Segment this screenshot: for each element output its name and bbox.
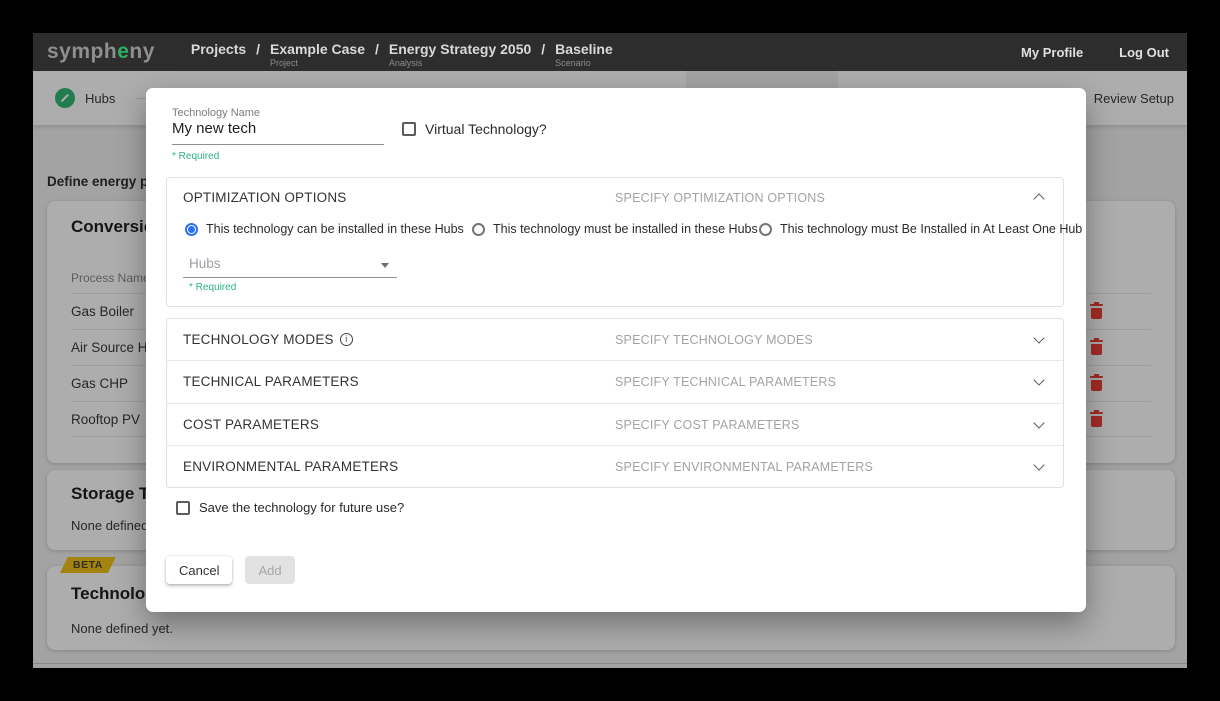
modal-button-row: Cancel Add bbox=[166, 556, 295, 584]
radio-label: This technology must be installed in the… bbox=[493, 222, 758, 236]
optimization-options-header[interactable]: OPTIMIZATION OPTIONS SPECIFY OPTIMIZATIO… bbox=[167, 178, 1063, 216]
save-technology-checkbox-row[interactable]: Save the technology for future use? bbox=[176, 500, 404, 515]
radio-must-be-installed-at-least-one-hub[interactable]: This technology must Be Installed in At … bbox=[759, 222, 1082, 236]
chevron-down-icon bbox=[1033, 332, 1044, 343]
save-technology-checkbox[interactable] bbox=[176, 501, 190, 515]
chevron-down-icon bbox=[1033, 417, 1044, 428]
technology-name-label: Technology Name bbox=[172, 107, 260, 119]
breadcrumb-sublabel: Analysis bbox=[389, 58, 531, 68]
chevron-up-icon bbox=[1033, 193, 1044, 204]
chevron-down-icon bbox=[1033, 375, 1044, 386]
breadcrumb-item-analysis[interactable]: Energy Strategy 2050 Analysis bbox=[389, 41, 531, 68]
sympheny-logo[interactable]: sympheny bbox=[47, 40, 155, 64]
breadcrumb-sublabel: Project bbox=[270, 58, 365, 68]
section-title: OPTIMIZATION OPTIONS bbox=[183, 190, 347, 205]
top-navbar: sympheny Projects / Example Case Project… bbox=[33, 33, 1187, 71]
radio-label: This technology can be installed in thes… bbox=[206, 222, 464, 236]
radio-label: This technology must Be Installed in At … bbox=[780, 222, 1082, 236]
radio-button[interactable] bbox=[759, 223, 772, 236]
section-technology-modes[interactable]: TECHNOLOGY MODES SPECIFY TECHNOLOGY MODE… bbox=[167, 319, 1063, 360]
virtual-technology-checkbox[interactable] bbox=[402, 122, 416, 136]
breadcrumb-separator: / bbox=[256, 41, 260, 68]
breadcrumb: Projects / Example Case Project / Energy… bbox=[191, 36, 613, 68]
technology-name-input[interactable] bbox=[172, 120, 384, 145]
my-profile-link[interactable]: My Profile bbox=[1021, 45, 1083, 60]
parameter-sections-panel: TECHNOLOGY MODES SPECIFY TECHNOLOGY MODE… bbox=[166, 318, 1064, 488]
logout-link[interactable]: Log Out bbox=[1119, 45, 1169, 60]
required-hint: * Required bbox=[189, 282, 236, 293]
radio-must-be-installed-in-hubs[interactable]: This technology must be installed in the… bbox=[472, 222, 758, 236]
breadcrumb-separator: / bbox=[375, 41, 379, 68]
dropdown-arrow-icon bbox=[381, 263, 389, 268]
virtual-technology-checkbox-row[interactable]: Virtual Technology? bbox=[402, 121, 547, 137]
section-hint: SPECIFY ENVIRONMENTAL PARAMETERS bbox=[615, 460, 873, 474]
hubs-select[interactable]: Hubs bbox=[183, 252, 397, 278]
required-hint: * Required bbox=[172, 151, 219, 162]
chevron-down-icon bbox=[1033, 459, 1044, 470]
breadcrumb-label[interactable]: Energy Strategy 2050 bbox=[389, 41, 531, 57]
section-technical-parameters[interactable]: TECHNICAL PARAMETERS SPECIFY TECHNICAL P… bbox=[167, 360, 1063, 402]
section-title: TECHNOLOGY MODES bbox=[183, 332, 334, 347]
save-technology-label: Save the technology for future use? bbox=[199, 500, 404, 515]
breadcrumb-label[interactable]: Example Case bbox=[270, 41, 365, 57]
breadcrumb-item-projects[interactable]: Projects bbox=[191, 41, 246, 68]
navbar-links: My Profile Log Out bbox=[1021, 45, 1169, 60]
section-cost-parameters[interactable]: COST PARAMETERS SPECIFY COST PARAMETERS bbox=[167, 403, 1063, 445]
section-hint: SPECIFY OPTIMIZATION OPTIONS bbox=[615, 191, 825, 205]
info-icon[interactable] bbox=[340, 333, 353, 346]
add-button[interactable]: Add bbox=[245, 556, 294, 584]
app-window: sympheny Projects / Example Case Project… bbox=[33, 33, 1187, 668]
breadcrumb-label[interactable]: Baseline bbox=[555, 41, 613, 57]
section-title: TECHNICAL PARAMETERS bbox=[183, 374, 359, 389]
logo-text: symph bbox=[47, 40, 117, 63]
section-hint: SPECIFY COST PARAMETERS bbox=[615, 418, 800, 432]
breadcrumb-item-example-case[interactable]: Example Case Project bbox=[270, 41, 365, 68]
section-title: COST PARAMETERS bbox=[183, 417, 319, 432]
radio-can-be-installed-in-hubs[interactable]: This technology can be installed in thes… bbox=[185, 222, 464, 236]
section-environmental-parameters[interactable]: ENVIRONMENTAL PARAMETERS SPECIFY ENVIRON… bbox=[167, 445, 1063, 487]
breadcrumb-sublabel: Scenario bbox=[555, 58, 613, 68]
add-technology-modal: Technology Name * Required Virtual Techn… bbox=[146, 88, 1086, 612]
virtual-technology-label: Virtual Technology? bbox=[425, 121, 547, 137]
optimization-options-panel: OPTIMIZATION OPTIONS SPECIFY OPTIMIZATIO… bbox=[166, 177, 1064, 307]
section-hint: SPECIFY TECHNICAL PARAMETERS bbox=[615, 375, 836, 389]
logo-text: ny bbox=[129, 40, 155, 63]
hubs-select-placeholder: Hubs bbox=[189, 256, 221, 271]
cancel-button[interactable]: Cancel bbox=[166, 556, 232, 584]
logo-accent-letter: e bbox=[117, 40, 129, 63]
section-title: ENVIRONMENTAL PARAMETERS bbox=[183, 459, 398, 474]
breadcrumb-item-scenario[interactable]: Baseline Scenario bbox=[555, 41, 613, 68]
hub-install-radio-group: This technology can be installed in thes… bbox=[167, 222, 1063, 238]
radio-button[interactable] bbox=[472, 223, 485, 236]
breadcrumb-label[interactable]: Projects bbox=[191, 41, 246, 57]
section-hint: SPECIFY TECHNOLOGY MODES bbox=[615, 333, 813, 347]
radio-button-selected[interactable] bbox=[185, 223, 198, 236]
breadcrumb-separator: / bbox=[541, 41, 545, 68]
